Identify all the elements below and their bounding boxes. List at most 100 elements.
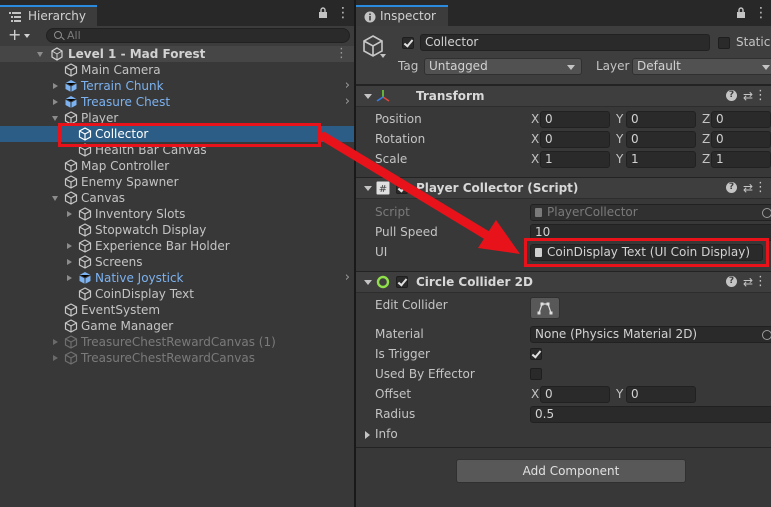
scale-z-field[interactable]: 1 <box>711 151 771 168</box>
expand-arrow-icon[interactable] <box>67 259 72 265</box>
hierarchy-item-main-camera[interactable]: Main Camera <box>0 62 354 78</box>
radius-field[interactable]: 0.5 <box>530 406 771 423</box>
icon-dropdown-caret-icon[interactable] <box>380 54 386 58</box>
open-prefab-chevron-icon[interactable]: › <box>345 94 350 110</box>
component-enabled-checkbox[interactable] <box>396 276 408 288</box>
edit-collider-button[interactable] <box>530 297 560 319</box>
offset-x-field[interactable]: 0 <box>540 386 610 403</box>
rotation-x-field[interactable]: 0 <box>540 131 610 148</box>
preset-icon[interactable]: ⇄ <box>743 178 753 198</box>
hierarchy-item-map-controller[interactable]: Map Controller <box>0 158 354 174</box>
open-prefab-chevron-icon[interactable]: › <box>345 270 350 286</box>
transform-component-header[interactable]: Transform ? ⇄ ⋮ <box>356 85 771 107</box>
static-label: Static <box>736 35 771 49</box>
hierarchy-item-treasure-chest[interactable]: Treasure Chest › <box>0 94 354 110</box>
chevron-down-icon <box>762 65 770 70</box>
component-menu-icon[interactable]: ⋮ <box>754 178 767 198</box>
collapse-arrow-icon[interactable] <box>52 196 58 201</box>
rotation-y-field[interactable]: 0 <box>626 131 696 148</box>
object-name-field[interactable]: Collector <box>420 34 710 51</box>
hierarchy-menu-icon[interactable]: ⋮ <box>336 5 350 21</box>
help-icon[interactable]: ? <box>726 182 737 193</box>
component-menu-icon[interactable]: ⋮ <box>754 272 767 292</box>
lock-icon[interactable] <box>736 7 746 22</box>
expand-arrow-icon[interactable] <box>67 243 72 249</box>
unity-scene-icon <box>51 47 63 61</box>
info-icon <box>364 11 376 23</box>
add-component-button[interactable]: Add Component <box>456 459 686 483</box>
position-z-field[interactable]: 0 <box>711 111 771 128</box>
expand-arrow-icon[interactable] <box>53 339 58 345</box>
hierarchy-item-screens[interactable]: Screens <box>0 254 354 270</box>
collapse-arrow-icon[interactable] <box>364 94 372 99</box>
component-menu-icon[interactable]: ⋮ <box>754 86 767 106</box>
info-expand-arrow-icon[interactable] <box>365 431 370 439</box>
tag-label: Tag <box>398 59 419 73</box>
scene-row[interactable]: Level 1 - Mad Forest ⋮ <box>0 46 354 62</box>
help-icon[interactable]: ? <box>726 90 737 101</box>
position-x-field[interactable]: 0 <box>540 111 610 128</box>
ui-field-highlight-box <box>524 238 769 267</box>
add-object-button[interactable]: + <box>8 26 21 44</box>
hierarchy-item-game-manager[interactable]: Game Manager <box>0 318 354 334</box>
expand-arrow-icon[interactable] <box>53 83 58 89</box>
active-checkbox[interactable] <box>402 37 414 49</box>
hierarchy-search-input[interactable]: All <box>46 28 350 43</box>
component-enabled-checkbox[interactable] <box>396 182 408 194</box>
hierarchy-item-eventsystem[interactable]: EventSystem <box>0 302 354 318</box>
lock-icon[interactable] <box>318 7 328 22</box>
offset-x-label: X <box>531 387 540 401</box>
collapse-arrow-icon[interactable] <box>364 280 372 285</box>
collapse-arrow-icon[interactable] <box>364 186 372 191</box>
static-checkbox[interactable] <box>718 37 730 49</box>
collapse-arrow-icon[interactable] <box>52 116 58 121</box>
open-prefab-chevron-icon[interactable]: › <box>345 78 350 94</box>
expand-arrow-icon[interactable] <box>67 275 72 281</box>
hierarchy-item-treasure-chest-reward-canvas[interactable]: TreasureChestRewardCanvas <box>0 350 354 366</box>
circle-collider-component-header[interactable]: Circle Collider 2D ? ⇄ ⋮ <box>356 271 771 293</box>
hierarchy-tab-bar: Hierarchy ⋮ <box>0 0 354 26</box>
hierarchy-item-native-joystick[interactable]: Native Joystick › <box>0 270 354 286</box>
tab-hierarchy-label: Hierarchy <box>28 9 87 23</box>
hierarchy-item-enemy-spawner[interactable]: Enemy Spawner <box>0 174 354 190</box>
tab-hierarchy[interactable]: Hierarchy <box>0 5 97 26</box>
info-foldout-label[interactable]: Info <box>375 426 398 443</box>
position-y-field[interactable]: 0 <box>626 111 696 128</box>
used-by-effector-checkbox[interactable] <box>530 368 542 380</box>
gameobject-cube-icon <box>64 335 78 349</box>
tag-dropdown[interactable]: Untagged <box>424 58 582 75</box>
help-icon[interactable]: ? <box>726 276 737 287</box>
object-picker-icon[interactable] <box>762 330 771 340</box>
is-trigger-checkbox[interactable] <box>530 348 542 360</box>
preset-icon[interactable]: ⇄ <box>743 272 753 292</box>
hierarchy-item-inventory-slots[interactable]: Inventory Slots <box>0 206 354 222</box>
inspector-menu-icon[interactable]: ⋮ <box>754 5 768 21</box>
material-field[interactable]: None (Physics Material 2D) <box>530 326 771 343</box>
player-collector-component-header[interactable]: # Player Collector (Script) ? ⇄ ⋮ <box>356 177 771 199</box>
hierarchy-item-coindisplay-text[interactable]: CoinDisplay Text <box>0 286 354 302</box>
search-icon <box>54 31 62 39</box>
hierarchy-item-treasure-chest-reward-canvas-1[interactable]: TreasureChestRewardCanvas (1) <box>0 334 354 350</box>
gameobject-header: Collector Static Tag Untagged Layer Defa… <box>356 26 771 85</box>
add-dropdown-caret-icon[interactable] <box>24 34 30 38</box>
expand-arrow-icon[interactable] <box>53 355 58 361</box>
layer-dropdown[interactable]: Default <box>632 58 771 75</box>
rotation-z-field[interactable]: 0 <box>711 131 771 148</box>
scene-menu-icon[interactable]: ⋮ <box>335 46 348 62</box>
scale-y-field[interactable]: 1 <box>626 151 696 168</box>
expand-arrow-icon[interactable] <box>53 99 58 105</box>
offset-y-field[interactable]: 0 <box>626 386 696 403</box>
object-picker-icon <box>762 208 771 218</box>
tab-inspector[interactable]: Inspector <box>356 5 448 26</box>
gameobject-cube-icon <box>64 303 78 317</box>
hierarchy-item-stopwatch-display[interactable]: Stopwatch Display <box>0 222 354 238</box>
hierarchy-item-canvas[interactable]: Canvas <box>0 190 354 206</box>
preset-icon[interactable]: ⇄ <box>743 86 753 106</box>
gameobject-cube-icon <box>78 207 92 221</box>
hierarchy-item-experience-bar-holder[interactable]: Experience Bar Holder <box>0 238 354 254</box>
expand-arrow-icon[interactable] <box>67 211 72 217</box>
scale-x-field[interactable]: 1 <box>540 151 610 168</box>
scene-expand-icon[interactable] <box>37 52 43 57</box>
hierarchy-item-terrain-chunk[interactable]: Terrain Chunk › <box>0 78 354 94</box>
prefab-cube-icon <box>65 96 77 108</box>
